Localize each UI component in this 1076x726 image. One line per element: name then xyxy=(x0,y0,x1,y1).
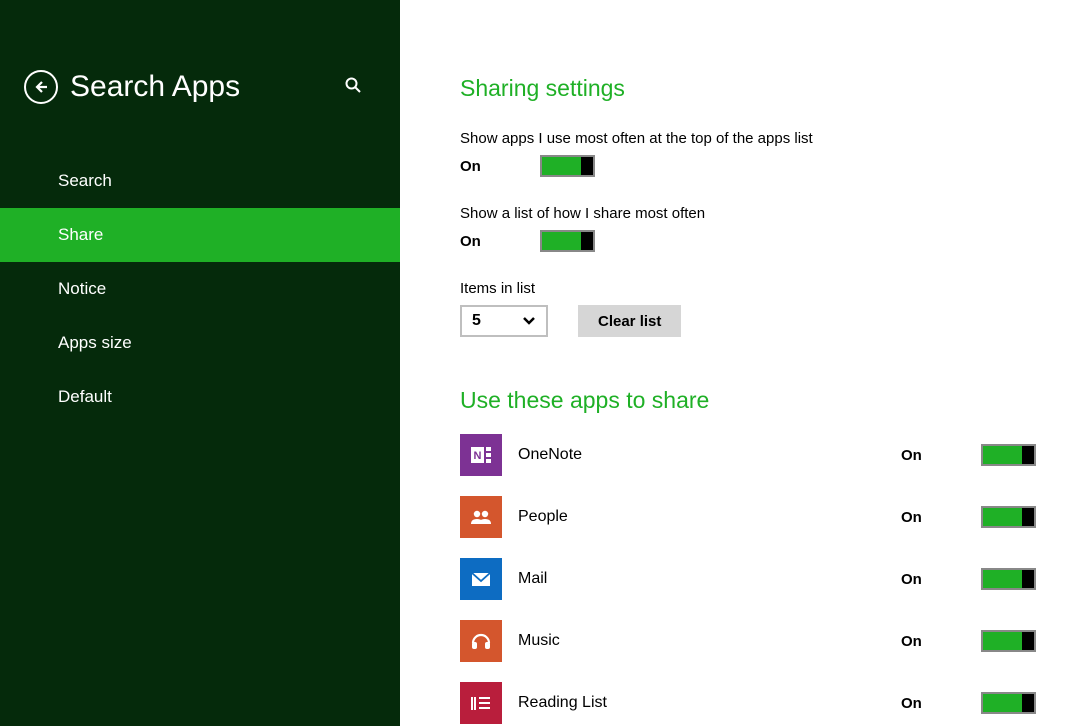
chevron-down-icon xyxy=(522,316,536,326)
sidebar-item-search[interactable]: Search xyxy=(0,154,400,208)
show-most-used-toggle[interactable] xyxy=(540,155,595,177)
show-most-used-label: Show apps I use most often at the top of… xyxy=(460,130,1036,147)
app-state: On xyxy=(901,509,981,526)
toggle-knob xyxy=(1022,570,1034,588)
people-toggle[interactable] xyxy=(981,506,1036,528)
sidebar-item-notice[interactable]: Notice xyxy=(0,262,400,316)
app-state: On xyxy=(901,695,981,712)
app-row-onenote: N OneNote On xyxy=(460,434,1036,476)
show-share-list-toggle[interactable] xyxy=(540,230,595,252)
items-in-list-label: Items in list xyxy=(460,280,1036,297)
reading-list-toggle[interactable] xyxy=(981,692,1036,714)
app-row-mail: Mail On xyxy=(460,558,1036,600)
apps-to-share-heading: Use these apps to share xyxy=(460,387,1036,414)
sidebar-title: Search Apps xyxy=(70,70,240,104)
app-state: On xyxy=(901,633,981,650)
show-share-list-state: On xyxy=(460,233,540,250)
app-name: People xyxy=(518,508,901,526)
toggle-knob xyxy=(1022,694,1034,712)
back-button[interactable] xyxy=(24,70,58,104)
main-content: Sharing settings Show apps I use most of… xyxy=(400,0,1076,726)
app-row-music: Music On xyxy=(460,620,1036,662)
sidebar: Search Apps Search Share Notice Apps siz… xyxy=(0,0,400,726)
show-most-used-row: On xyxy=(460,155,1036,177)
toggle-knob xyxy=(581,232,593,250)
mail-toggle[interactable] xyxy=(981,568,1036,590)
items-count-select[interactable]: 5 xyxy=(460,305,548,337)
app-name: Reading List xyxy=(518,694,901,712)
search-button[interactable] xyxy=(344,76,362,99)
items-count-value: 5 xyxy=(472,312,481,330)
show-most-used-state: On xyxy=(460,158,540,175)
reading-list-icon xyxy=(460,682,502,724)
toggle-knob xyxy=(1022,508,1034,526)
app-name: Mail xyxy=(518,570,901,588)
search-icon xyxy=(344,76,362,94)
sidebar-item-share[interactable]: Share xyxy=(0,208,400,262)
toggle-knob xyxy=(1022,446,1034,464)
app-state: On xyxy=(901,447,981,464)
app-row-people: People On xyxy=(460,496,1036,538)
show-share-list-row: On xyxy=(460,230,1036,252)
app-name: Music xyxy=(518,632,901,650)
items-in-list-row: 5 Clear list xyxy=(460,305,1036,337)
music-toggle[interactable] xyxy=(981,630,1036,652)
toggle-knob xyxy=(1022,632,1034,650)
music-icon xyxy=(460,620,502,662)
app-name: OneNote xyxy=(518,446,901,464)
svg-text:N: N xyxy=(474,450,482,462)
app-state: On xyxy=(901,571,981,588)
sharing-settings-heading: Sharing settings xyxy=(460,75,1036,102)
sidebar-item-default[interactable]: Default xyxy=(0,370,400,424)
sidebar-item-apps-size[interactable]: Apps size xyxy=(0,316,400,370)
show-share-list-label: Show a list of how I share most often xyxy=(460,205,1036,222)
sidebar-header: Search Apps xyxy=(0,70,400,104)
clear-list-button[interactable]: Clear list xyxy=(578,305,681,337)
mail-icon xyxy=(460,558,502,600)
toggle-knob xyxy=(581,157,593,175)
onenote-toggle[interactable] xyxy=(981,444,1036,466)
sidebar-items: Search Share Notice Apps size Default xyxy=(0,154,400,424)
app-row-reading-list: Reading List On xyxy=(460,682,1036,724)
arrow-left-icon xyxy=(33,79,49,95)
people-icon xyxy=(460,496,502,538)
onenote-icon: N xyxy=(460,434,502,476)
